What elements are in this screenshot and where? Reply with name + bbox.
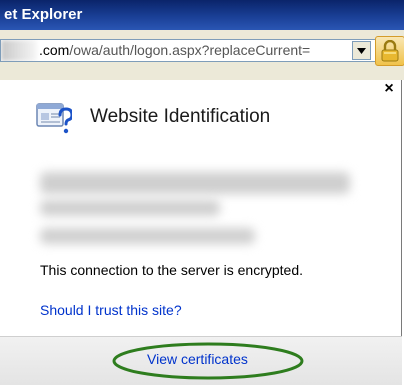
redacted-site-line-3 xyxy=(40,228,255,244)
window-title-bar: et Explorer xyxy=(0,0,404,30)
address-dropdown-button[interactable] xyxy=(352,41,371,60)
address-text: .com/owa/auth/logon.aspx?replaceCurrent= xyxy=(39,40,310,61)
security-lock-button[interactable] xyxy=(375,36,404,66)
redacted-site-line-1 xyxy=(40,172,350,194)
trust-site-link[interactable]: Should I trust this site? xyxy=(40,302,182,318)
popup-title: Website Identification xyxy=(90,106,271,127)
address-input[interactable]: .com/owa/auth/logon.aspx?replaceCurrent= xyxy=(0,39,377,62)
close-button[interactable]: × xyxy=(379,80,399,98)
view-certificates-link[interactable]: View certificates xyxy=(147,351,248,367)
address-bar-row: .com/owa/auth/logon.aspx?replaceCurrent= xyxy=(0,30,404,80)
redacted-site-line-2 xyxy=(40,200,220,216)
lock-icon xyxy=(381,40,399,62)
encryption-status-text: This connection to the server is encrypt… xyxy=(40,262,304,278)
website-identification-popup: × Website Identification This connection… xyxy=(0,80,402,385)
address-path: /owa/auth/logon.aspx?replaceCurrent= xyxy=(69,42,311,58)
website-identification-icon xyxy=(36,102,74,136)
window-title: et Explorer xyxy=(4,6,83,23)
popup-footer: View certificates xyxy=(0,336,402,385)
address-domain: .com xyxy=(39,42,70,58)
close-icon[interactable]: × xyxy=(384,80,393,97)
redacted-host xyxy=(1,40,37,61)
ie-window: et Explorer .com/owa/auth/logon.aspx?rep… xyxy=(0,0,404,385)
chevron-down-icon xyxy=(357,47,366,54)
